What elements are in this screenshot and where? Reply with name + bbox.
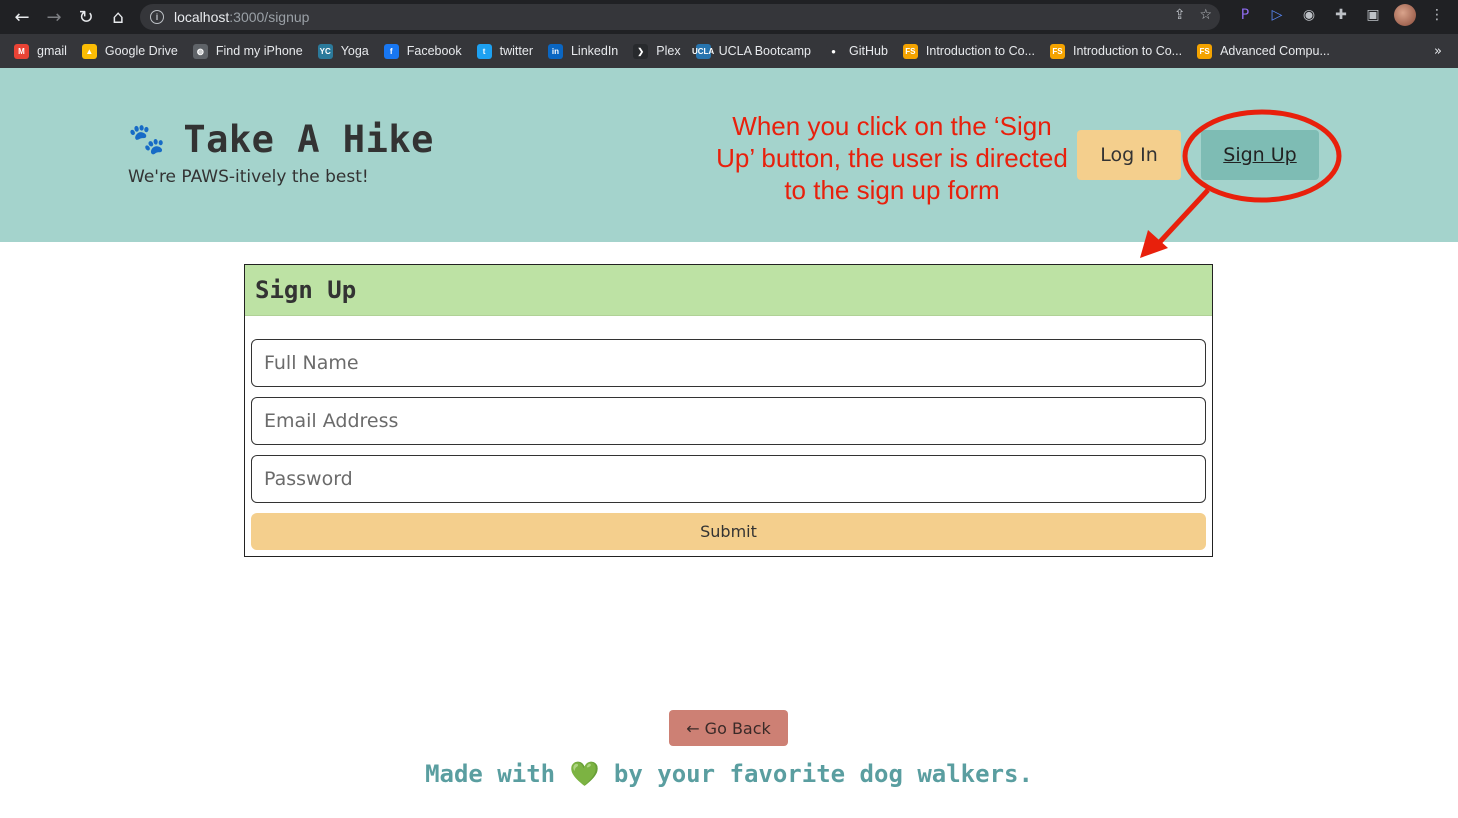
bookmark-item[interactable]: ◍ Find my iPhone <box>192 43 303 59</box>
sidebar-icon[interactable]: ▣ <box>1362 4 1384 26</box>
puzzle-icon[interactable]: ✚ <box>1330 4 1352 26</box>
brand: 🐾 Take A Hike <box>128 118 434 161</box>
more-bookmarks-icon[interactable]: » <box>1434 44 1442 59</box>
bookmark-label: UCLA Bootcamp <box>718 44 811 58</box>
bookmark-label: Google Drive <box>104 44 178 58</box>
profile-avatar[interactable] <box>1394 4 1416 26</box>
bookmark-item[interactable]: FS Introduction to Co... <box>1050 43 1183 59</box>
bookmark-item[interactable]: in LinkedIn <box>547 43 619 59</box>
yc-icon: YC <box>317 43 333 59</box>
bookmark-label: Introduction to Co... <box>1073 44 1183 58</box>
bookmark-item[interactable]: YC Yoga <box>317 43 369 59</box>
bookmark-label: LinkedIn <box>570 44 619 58</box>
site-info-icon[interactable]: i <box>150 10 164 24</box>
bookmark-item[interactable]: t twitter <box>476 43 533 59</box>
reload-icon[interactable]: ↻ <box>70 1 102 33</box>
back-arrow-icon[interactable]: ← <box>6 1 38 33</box>
bookmark-label: Yoga <box>340 44 369 58</box>
extension-play-icon[interactable]: ▷ <box>1266 4 1288 26</box>
go-back-button[interactable]: ← Go Back <box>669 710 788 746</box>
plex-icon: ❯ <box>633 43 649 59</box>
bookmark-label: GitHub <box>849 44 888 58</box>
bookmark-label: Advanced Compu... <box>1220 44 1330 58</box>
site-title: Take A Hike <box>183 118 434 161</box>
linkedin-icon: in <box>547 43 563 59</box>
signup-form-card: Sign Up Submit <box>244 264 1213 557</box>
login-button[interactable]: Log In <box>1077 130 1181 180</box>
camera-icon[interactable]: ◉ <box>1298 4 1320 26</box>
url-path: :3000/signup <box>229 9 310 25</box>
signup-button[interactable]: Sign Up <box>1201 130 1319 180</box>
extension-p-icon[interactable]: P <box>1234 4 1256 26</box>
paw-icon: 🐾 <box>128 122 166 157</box>
bookmark-item[interactable]: FS Introduction to Co... <box>902 43 1035 59</box>
home-icon[interactable]: ⌂ <box>102 1 134 33</box>
fs-icon: FS <box>1197 43 1213 59</box>
form-title: Sign Up <box>245 265 1212 316</box>
footer-text-after: by your favorite dog walkers. <box>599 760 1033 788</box>
site-tagline: We're PAWS-itively the best! <box>128 167 369 187</box>
bookmark-item[interactable]: FS Advanced Compu... <box>1197 43 1330 59</box>
bookmark-label: gmail <box>37 44 67 58</box>
url-host: localhost <box>174 9 230 25</box>
bookmark-label: Plex <box>656 44 681 58</box>
ucla-icon: UCLA <box>692 43 714 59</box>
bookmark-item[interactable]: ❯ Plex <box>633 43 681 59</box>
url-text: localhost:3000/signup <box>174 9 309 25</box>
browser-toolbar: ← → ↻ ⌂ i localhost:3000/signup ⇪ ☆ P ▷ … <box>0 0 1458 34</box>
google-drive-icon: ▲ <box>81 43 97 59</box>
twitter-icon: t <box>476 43 492 59</box>
submit-button[interactable]: Submit <box>251 513 1206 550</box>
footer-text-before: Made with <box>425 760 570 788</box>
bookmark-item[interactable]: UCLA UCLA Bootcamp <box>692 43 811 59</box>
bookmark-star-icon[interactable]: ☆ <box>1199 7 1212 23</box>
bookmark-item[interactable]: f Facebook <box>383 43 462 59</box>
heart-icon: 💚 <box>569 760 600 788</box>
facebook-icon: f <box>383 43 399 59</box>
fs-icon: FS <box>902 43 918 59</box>
globe-icon: ◍ <box>192 43 208 59</box>
bookmark-label: twitter <box>499 44 533 58</box>
share-icon[interactable]: ⇪ <box>1174 7 1186 23</box>
menu-kebab-icon[interactable]: ⋮ <box>1426 4 1448 26</box>
bookmark-label: Find my iPhone <box>215 44 303 58</box>
bookmark-item[interactable]: Mgmail <box>14 43 67 59</box>
bookmark-item[interactable]: ● GitHub <box>826 43 888 59</box>
github-icon: ● <box>826 43 841 59</box>
bookmark-item[interactable]: ▲ Google Drive <box>81 43 178 59</box>
gmail-icon: M <box>14 43 29 59</box>
bookmark-label: Facebook <box>406 44 462 58</box>
footer-text: Made with 💚 by your favorite dog walkers… <box>0 760 1458 788</box>
forward-arrow-icon[interactable]: → <box>38 1 70 33</box>
email-input[interactable] <box>251 397 1206 445</box>
password-input[interactable] <box>251 455 1206 503</box>
address-bar[interactable]: i localhost:3000/signup ⇪ ☆ <box>140 4 1220 30</box>
bookmarks-bar: Mgmail ▲ Google Drive ◍ Find my iPhone YC Yoga… <box>0 34 1458 68</box>
annotation-text: When you click on the ‘Sign Up’ button, … <box>716 111 1068 205</box>
full-name-input[interactable] <box>251 339 1206 387</box>
fs-icon: FS <box>1050 43 1065 59</box>
bookmark-label: Introduction to Co... <box>925 44 1035 58</box>
